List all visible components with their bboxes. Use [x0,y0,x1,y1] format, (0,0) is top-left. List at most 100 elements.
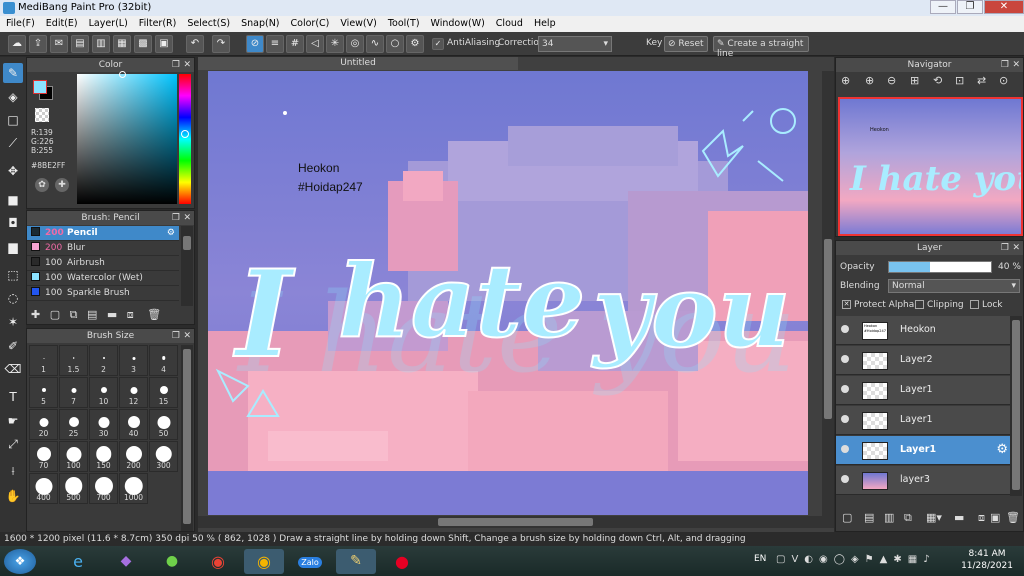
gallery-icon[interactable]: ▦ [113,35,131,53]
tray-chrome-icon[interactable]: ◉ [819,554,834,565]
menu-cloud[interactable]: Cloud [490,16,528,29]
page-icon[interactable]: ▤ [71,35,89,53]
canvas-artwork[interactable]: Heokon #Hoidap247 I hate you I hate you [208,71,808,515]
folder-icon[interactable]: ▬ [954,511,964,524]
duplicate-icon[interactable]: ⧈ [127,308,134,321]
brush-size-cell[interactable]: 7 [59,377,88,408]
antialiasing-checkbox[interactable]: ✓ [432,38,444,50]
save-icon[interactable]: ▣ [155,35,173,53]
opacity-slider[interactable] [888,261,992,273]
trash-icon[interactable]: 🗑 [1006,511,1020,524]
brush-size-cell[interactable]: 1000 [119,473,148,504]
maximize-button[interactable]: ❐ [957,0,983,14]
clock[interactable]: 8:41 AM 11/28/2021 [958,548,1016,572]
menu-filter[interactable]: Filter(R) [133,16,182,29]
gear-icon[interactable]: ⚙ [996,442,1008,457]
tray-opera-icon[interactable]: ◯ [834,554,851,565]
transparent-swatch[interactable] [35,108,49,122]
flip-icon[interactable]: ⇄ [977,74,986,87]
brush-size-cell[interactable]: 100 [59,441,88,472]
brush-size-cell[interactable]: 1.5 [59,345,88,376]
hue-slider[interactable] [179,74,191,204]
undo-icon[interactable]: ↶ [186,35,204,53]
close-icon[interactable]: ✕ [183,58,191,72]
tray-app-icon[interactable]: ◐ [804,554,819,565]
snap-off-icon[interactable]: ⊘ [246,35,264,53]
clear-icon[interactable]: ▣ [990,511,1000,524]
new-brush-icon[interactable]: ▢ [50,308,60,321]
redo-icon[interactable]: ↷ [212,35,230,53]
reset-view-icon[interactable]: ⊙ [999,74,1008,87]
brush-size-cell[interactable]: 2 [89,345,118,376]
brush-size-cell[interactable]: 40 [119,409,148,440]
tray-chat-icon[interactable]: ▢ [776,554,791,565]
new-layer-icon[interactable]: ▢ [842,511,852,524]
brush-size-cell[interactable]: 500 [59,473,88,504]
close-icon[interactable]: ✕ [183,329,191,343]
brush-size-cell[interactable]: 150 [89,441,118,472]
pinterest-icon[interactable]: ● [382,549,422,574]
dot-pen-icon[interactable]: ⟋ [3,133,23,153]
tray-bluetooth-icon[interactable]: ✱ [893,554,907,565]
select-eraser-icon[interactable]: ⌫ [3,359,23,379]
menu-snap[interactable]: Snap(N) [235,16,284,29]
gradient-tool-icon[interactable]: ▆ [3,237,23,257]
text-tool-icon[interactable]: T [3,387,23,407]
eye-icon[interactable] [841,475,849,483]
tray-update-icon[interactable]: ◈ [851,554,865,565]
dropper-icon[interactable]: ⟊ [3,461,23,481]
zoom-fit-icon[interactable]: ⊕ [841,74,850,87]
brush-size-cell[interactable]: 50 [149,409,178,440]
snap-ellipse-icon[interactable]: ○ [386,35,404,53]
eyedropper-icon[interactable]: ⤢ [3,434,23,454]
lock-checkbox[interactable] [970,300,979,309]
visual-studio-icon[interactable]: ◆ [106,549,146,574]
menu-view[interactable]: View(V) [334,16,381,29]
copy-layer-icon[interactable]: ⧉ [904,511,912,525]
layer-row[interactable]: Layer2 [836,346,1022,375]
straight-line-button[interactable]: ✎ Create a straight line [713,36,809,59]
brush-item-blur[interactable]: 200 Blur [27,241,179,256]
brush-size-cell[interactable]: 30 [89,409,118,440]
menu-file[interactable]: File(F) [0,16,40,29]
brush-size-cell[interactable]: 5 [29,377,58,408]
close-icon[interactable]: ✕ [1012,58,1020,72]
eye-icon[interactable] [841,385,849,393]
tray-volume-icon[interactable]: ♪ [923,554,935,565]
scroll-thumb[interactable] [183,349,191,524]
grid-icon[interactable]: ▩ [134,35,152,53]
language-indicator[interactable]: EN [754,554,766,564]
float-icon[interactable]: ❐ [172,211,180,225]
foreground-color-swatch[interactable] [33,80,47,94]
start-button[interactable]: ❖ [4,549,36,574]
ie-icon[interactable]: e [58,549,98,574]
brush-size-cell[interactable]: 400 [29,473,58,504]
lasso-tool-icon[interactable]: ◌ [3,288,23,308]
float-icon[interactable]: ❐ [172,329,180,343]
snap-grid-icon[interactable]: # [286,35,304,53]
brush-size-cell[interactable]: 1 [29,345,58,376]
palette-add-icon[interactable]: ✚ [55,178,69,192]
snap-curve-icon[interactable]: ∿ [366,35,384,53]
select-pen-icon[interactable]: ✐ [3,336,23,356]
layer-row[interactable]: layer3 [836,466,1022,495]
menu-help[interactable]: Help [528,16,561,29]
close-button[interactable]: ✕ [984,0,1024,14]
select-tool-icon[interactable]: ⬚ [3,265,23,285]
correction-select[interactable]: 34 ▾ [538,36,612,52]
menu-window[interactable]: Window(W) [425,16,490,29]
close-icon[interactable]: ✕ [1012,241,1020,255]
scroll-thumb[interactable] [183,236,191,250]
folder-icon[interactable]: ▬ [107,308,117,321]
float-icon[interactable]: ❐ [1001,58,1009,72]
zoom-in-icon[interactable]: ⊕ [865,74,874,87]
brush-item-watercolor[interactable]: 100 Watercolor (Wet) [27,271,179,286]
chrome-canary-icon[interactable]: ◉ [244,549,284,574]
eye-icon[interactable] [841,415,849,423]
brush-size-cell[interactable]: 25 [59,409,88,440]
layer-row[interactable]: Layer1 [836,406,1022,435]
eraser-tool-icon[interactable]: ◈ [3,87,23,107]
green-app-icon[interactable]: ● [152,549,192,574]
minimize-button[interactable]: — [930,0,956,14]
close-icon[interactable]: ✕ [183,211,191,225]
